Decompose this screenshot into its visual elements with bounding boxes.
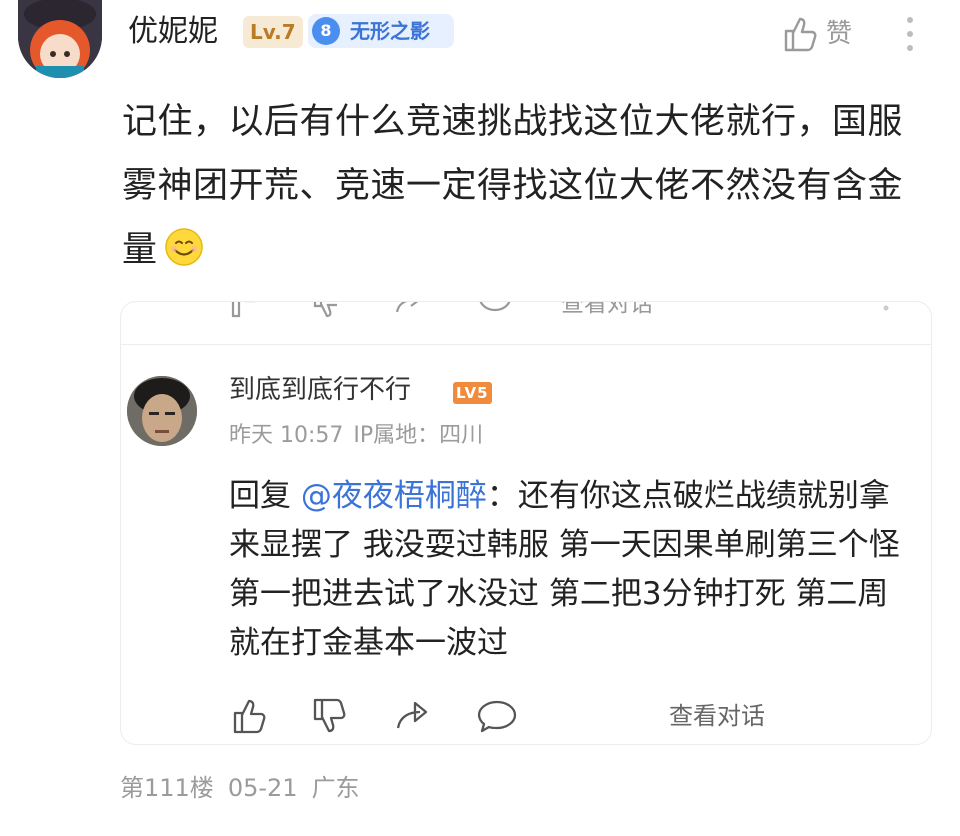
- share-button[interactable]: [393, 696, 433, 736]
- level-badge: Lv.7: [243, 16, 303, 48]
- more-options-button[interactable]: [896, 14, 924, 54]
- thumbs-down-icon: [313, 698, 346, 733]
- reply-time: 昨天 10:57: [229, 423, 344, 448]
- post-footer: 第111楼 05-21 广东: [120, 770, 374, 806]
- thumbs-down-icon: [313, 302, 337, 318]
- divider: [121, 344, 931, 345]
- comment-button[interactable]: [475, 696, 519, 736]
- post-location: 广东: [311, 774, 360, 802]
- thumbs-up-icon: [231, 302, 255, 318]
- reply-actions: 查看对话: [229, 696, 909, 736]
- reply-content: 回复 @夜夜梧桐醉：还有你这点破烂战绩就别拿来显摆了 我没耍过韩服 第一天因果单…: [229, 472, 919, 668]
- fan-level-icon: 8: [312, 17, 340, 45]
- reply-card: 查看对话 到底到底行不行 LV5 昨天 10:57 IP属地：四川 回复 @夜夜梧…: [120, 301, 932, 745]
- reply-ip-location: IP属地：四川: [353, 423, 484, 448]
- fan-badge[interactable]: 8 无形之影: [308, 14, 454, 48]
- post-text: 记住，以后有什么竞速挑战找这位大佬就行，国服雾神团开荒、竞速一定得找这位大佬不然…: [122, 102, 904, 270]
- dislike-button[interactable]: [309, 696, 349, 736]
- comment-icon: [477, 700, 517, 733]
- more-vertical-icon: [883, 305, 889, 311]
- smiley-emoji-icon: [164, 224, 204, 266]
- reply-level-badge: LV5: [453, 382, 492, 404]
- floor-number: 第111楼: [120, 774, 214, 802]
- like-button[interactable]: 赞: [780, 14, 870, 54]
- reply-username[interactable]: 到底到底行不行: [229, 372, 411, 408]
- view-conversation-link[interactable]: 查看对话: [561, 302, 653, 320]
- post-date: 05-21: [227, 774, 298, 802]
- post-content: 记住，以后有什么竞速挑战找这位大佬就行，国服雾神团开荒、竞速一定得找这位大佬不然…: [122, 90, 932, 282]
- view-conversation-link[interactable]: 查看对话: [669, 698, 765, 734]
- avatar[interactable]: [18, 0, 102, 78]
- share-icon: [396, 701, 428, 729]
- share-icon: [395, 302, 419, 313]
- more-vertical-icon: [907, 17, 913, 51]
- comment-icon: [479, 302, 511, 312]
- like-label: 赞: [826, 19, 853, 49]
- reply-avatar[interactable]: [127, 376, 197, 446]
- thumbs-up-icon: [784, 17, 817, 52]
- reply-meta: 昨天 10:57 IP属地：四川: [229, 420, 493, 452]
- previous-actions-row: 查看对话: [121, 302, 931, 320]
- like-button[interactable]: [229, 696, 269, 736]
- username[interactable]: 优妮妮: [128, 10, 218, 54]
- fan-badge-name: 无形之影: [350, 19, 430, 43]
- mention-link[interactable]: @夜夜梧桐醉: [301, 478, 487, 514]
- thumbs-up-icon: [233, 699, 266, 734]
- reply-prefix: 回复: [229, 478, 301, 514]
